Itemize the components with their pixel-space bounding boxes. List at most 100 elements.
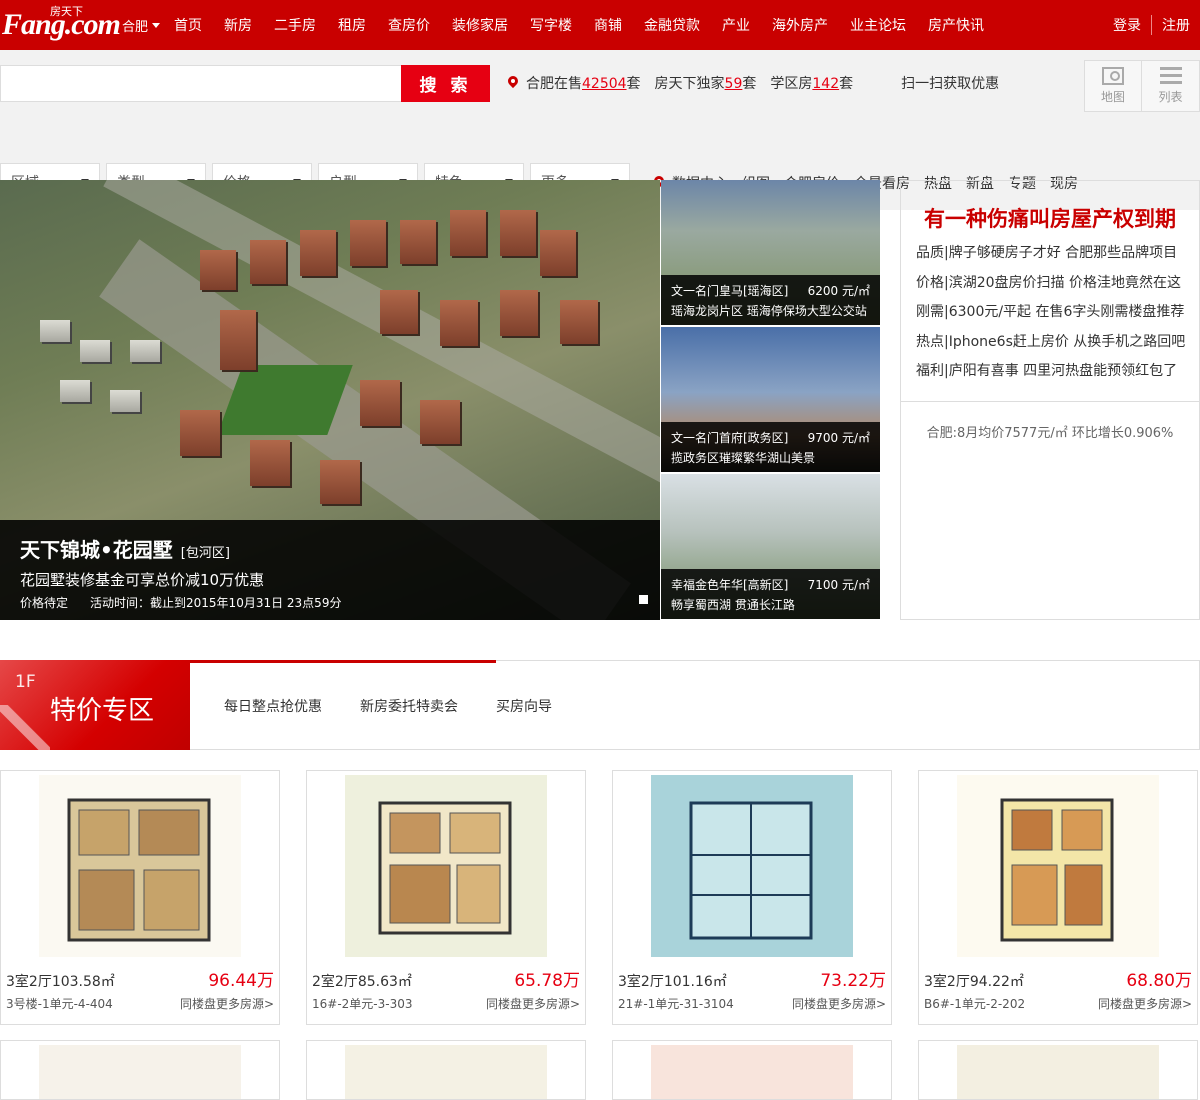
listing-price: 73.22万 (820, 971, 886, 991)
carousel-dot[interactable] (639, 595, 648, 604)
listing-info: 3室2厅94.22㎡ 68.80万 B6#-1单元-2-202 同楼盘更多房源> (924, 966, 1192, 1012)
listing-card[interactable] (612, 1040, 892, 1100)
price-note[interactable]: 合肥:8月均价7577元/㎡ 环比增长0.906% (901, 422, 1199, 441)
thumb-card[interactable]: 幸福金色年华[高新区] 7100 元/㎡ 畅享蜀西湖 贯通长江路 (661, 474, 880, 619)
thumb-price: 9700 元/㎡ (807, 431, 870, 445)
banner-price: 价格待定 (20, 596, 69, 610)
exclusive-count[interactable]: 59 (725, 76, 743, 92)
banner-activity: 活动时间：截止到2015年10月31日 23点59分 (90, 596, 342, 610)
more-listings-link[interactable]: 同楼盘更多房源> (486, 995, 580, 1012)
floor-title: 特价专区 (50, 696, 155, 726)
listing-card[interactable] (0, 1040, 280, 1100)
list-view-button[interactable]: 列表 (1142, 61, 1199, 111)
top-nav: 房天下 Fang.com 合肥 首页 新房 二手房 租房 查房价 装修家居 写字… (0, 0, 1200, 50)
building (380, 290, 418, 334)
news-item[interactable]: 热点|Iphone6s赶上房价 从换手机之路回吧 (916, 328, 1185, 358)
more-listings-link[interactable]: 同楼盘更多房源> (792, 995, 886, 1012)
nav-price-check[interactable]: 查房价 (388, 15, 430, 35)
listing-unit: 21#-1单元-31-3104 (618, 997, 734, 1011)
tab-buying-guide[interactable]: 买房向导 (496, 696, 552, 716)
sale-suffix: 套 (626, 76, 641, 92)
listing-info: 3室2厅101.16㎡ 73.22万 21#-1单元-31-3104 同楼盘更多房源… (618, 966, 886, 1012)
sale-count[interactable]: 42504 (582, 76, 627, 92)
list-view-label: 列表 (1158, 90, 1183, 104)
building (350, 220, 386, 266)
building (40, 320, 70, 342)
sale-stat[interactable]: 合肥在售42504套 (526, 73, 641, 93)
thumb-price: 7100 元/㎡ (807, 578, 870, 592)
search-button[interactable]: 搜 索 (401, 65, 490, 102)
city-selector[interactable]: 合肥 (122, 16, 161, 35)
nav-overseas[interactable]: 海外房产 (772, 15, 828, 35)
news-item[interactable]: 刚需|6300元/平起 在售6字头刚需楼盘推荐 (916, 298, 1185, 328)
listing-card[interactable] (306, 1040, 586, 1100)
thumb-desc: 揽政务区璀璨繁华湖山美景 (671, 451, 816, 465)
listing-layout: 3室2厅103.58㎡ (6, 974, 115, 990)
exclusive-stat[interactable]: 房天下独家59套 (655, 73, 757, 93)
login-link[interactable]: 登录 (1113, 15, 1141, 35)
news-item[interactable]: 价格|滨湖20盘房价扫描 价格洼地竟然在这 (916, 269, 1185, 299)
search-input[interactable] (0, 65, 402, 102)
featured-project-image[interactable]: 天下锦城•花园墅 [包河区] 花园墅装修基金可享总价减10万优惠 价格待定 活动时间… (0, 180, 660, 620)
listing-card[interactable] (918, 1040, 1198, 1100)
building (320, 460, 360, 504)
banner-subtitle: 花园墅装修基金可享总价减10万优惠 (20, 571, 265, 589)
thumb-card[interactable]: 文一名门皇马[瑶海区] 6200 元/㎡ 瑶海龙岗片区 瑶海停保场大型公交站 (661, 180, 880, 325)
chevron-down-icon (152, 22, 161, 28)
news-headline[interactable]: 有一种伤痛叫房屋产权到期 (901, 203, 1199, 233)
nav-new-homes[interactable]: 新房 (224, 15, 252, 35)
nav-home[interactable]: 首页 (174, 15, 202, 35)
nav-office[interactable]: 写字楼 (530, 15, 572, 35)
thumb-list: 文一名门皇马[瑶海区] 6200 元/㎡ 瑶海龙岗片区 瑶海停保场大型公交站 文一… (661, 180, 880, 620)
floor-plan-image (345, 1045, 547, 1099)
listing-card[interactable]: 2室2厅85.63㎡ 65.78万 16#-2单元-3-303 同楼盘更多房源> (306, 770, 586, 1025)
thumb-desc: 瑶海龙岗片区 瑶海停保场大型公交站 (671, 304, 867, 318)
nav-news[interactable]: 房产快讯 (928, 15, 984, 35)
building (130, 340, 160, 362)
site-logo[interactable]: 房天下 Fang.com (0, 0, 122, 50)
tab-hourly-deals[interactable]: 每日整点抢优惠 (224, 696, 322, 716)
news-item[interactable]: 福利|庐阳有喜事 四里河热盘能预领红包了 (916, 357, 1185, 387)
nav-industry[interactable]: 产业 (722, 15, 750, 35)
list-icon (1159, 67, 1182, 85)
thumb-desc: 畅享蜀西湖 贯通长江路 (671, 598, 795, 612)
school-count[interactable]: 142 (812, 76, 839, 92)
tab-consignment-sale[interactable]: 新房委托特卖会 (360, 696, 458, 716)
thumb-label: 幸福金色年华[高新区] 7100 元/㎡ 畅享蜀西湖 贯通长江路 (661, 569, 880, 619)
nav-resale[interactable]: 二手房 (274, 15, 316, 35)
listing-layout: 3室2厅94.22㎡ (924, 974, 1024, 990)
school-stat[interactable]: 学区房142套 (770, 73, 853, 93)
nav-finance[interactable]: 金融贷款 (644, 15, 700, 35)
map-icon (1102, 67, 1124, 85)
nav-decor[interactable]: 装修家居 (452, 15, 508, 35)
stats-bar: 合肥在售42504套 房天下独家59套 学区房142套 扫一扫获取优惠 (508, 73, 999, 93)
floor-index: 1F (15, 672, 36, 692)
banner: 天下锦城•花园墅 [包河区] 花园墅装修基金可享总价减10万优惠 价格待定 活动时间… (0, 180, 1200, 620)
map-view-button[interactable]: 地图 (1085, 61, 1142, 111)
city-label: 合肥 (122, 19, 149, 35)
building (110, 390, 140, 412)
building (500, 210, 536, 256)
thumb-card[interactable]: 文一名门首府[政务区] 9700 元/㎡ 揽政务区璀璨繁华湖山美景 (661, 327, 880, 472)
more-listings-link[interactable]: 同楼盘更多房源> (180, 995, 274, 1012)
building (220, 310, 256, 370)
exclusive-suffix: 套 (742, 76, 757, 92)
listing-card[interactable]: 3室2厅94.22㎡ 68.80万 B6#-1单元-2-202 同楼盘更多房源> (918, 770, 1198, 1025)
register-link[interactable]: 注册 (1162, 15, 1190, 35)
nav-forum[interactable]: 业主论坛 (850, 15, 906, 35)
scan-promo-link[interactable]: 扫一扫获取优惠 (901, 73, 999, 93)
banner-title[interactable]: 天下锦城•花园墅 (20, 538, 173, 562)
banner-district: [包河区] (180, 546, 230, 561)
listing-card[interactable]: 3室2厅101.16㎡ 73.22万 21#-1单元-31-3104 同楼盘更多房源… (612, 770, 892, 1025)
listing-layout: 2室2厅85.63㎡ (312, 974, 412, 990)
floor-tabs: 每日整点抢优惠 新房委托特卖会 买房向导 (224, 696, 590, 716)
floor-plan-image (345, 775, 547, 957)
divider (1151, 15, 1152, 35)
nav-shops[interactable]: 商铺 (594, 15, 622, 35)
divider (901, 400, 1199, 402)
more-listings-link[interactable]: 同楼盘更多房源> (1098, 995, 1192, 1012)
floor-section: 1F 特价专区 每日整点抢优惠 新房委托特卖会 买房向导 (0, 660, 1200, 750)
news-item[interactable]: 品质|牌子够硬房子才好 合肥那些品牌项目 (916, 239, 1185, 269)
nav-rent[interactable]: 租房 (338, 15, 366, 35)
listing-card[interactable]: 3室2厅103.58㎡ 96.44万 3号楼-1单元-4-404 同楼盘更多房源> (0, 770, 280, 1025)
